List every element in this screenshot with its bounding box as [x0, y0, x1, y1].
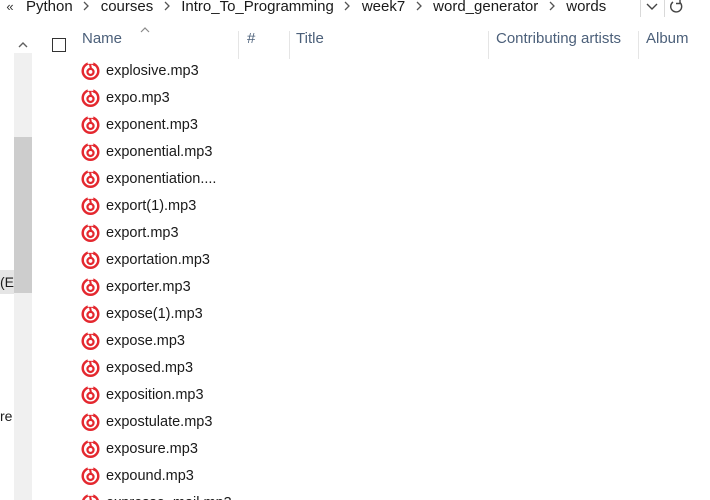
netease-music-icon	[81, 88, 100, 107]
file-name: exponential.mp3	[106, 144, 213, 160]
file-name: exporter.mp3	[106, 279, 191, 295]
netease-music-icon	[81, 196, 100, 215]
breadcrumb: « Python courses Intro_To_Programming we…	[0, 0, 612, 16]
nav-scrollbar-thumb[interactable]	[14, 137, 32, 293]
file-row[interactable]: explosive.mp3	[36, 60, 710, 86]
file-name: exportation.mp3	[106, 252, 210, 268]
breadcrumb-chevron-icon[interactable]	[159, 1, 175, 11]
file-name: exponent.mp3	[106, 117, 198, 133]
overflow-chevron-icon[interactable]: «	[0, 0, 20, 14]
breadcrumb-item-week7[interactable]: week7	[356, 0, 411, 15]
file-row[interactable]: exponent.mp3	[36, 113, 710, 140]
netease-music-icon	[81, 385, 100, 404]
breadcrumb-item-word-generator[interactable]: word_generator	[427, 0, 544, 15]
netease-music-icon	[81, 331, 100, 350]
netease-music-icon	[81, 115, 100, 134]
file-row[interactable]: exposition.mp3	[36, 383, 710, 410]
breadcrumb-chevron-icon[interactable]	[544, 1, 560, 11]
file-row[interactable]: exponential.mp3	[36, 140, 710, 167]
file-name: expose(1).mp3	[106, 306, 203, 322]
select-all-checkbox[interactable]	[52, 38, 66, 52]
breadcrumb-chevron-icon[interactable]	[411, 1, 427, 11]
file-name: expresso_mail.mp3	[106, 491, 252, 500]
address-dropdown-button[interactable]	[640, 0, 663, 17]
netease-music-icon	[81, 223, 100, 242]
netease-music-icon	[81, 304, 100, 323]
file-name: expose.mp3	[106, 333, 185, 349]
file-row[interactable]: expresso_mail.mp3	[36, 491, 710, 500]
file-row[interactable]: expo.mp3	[36, 86, 710, 113]
netease-music-icon	[81, 250, 100, 269]
file-row[interactable]: exporter.mp3	[36, 275, 710, 302]
file-row[interactable]: expose.mp3	[36, 329, 710, 356]
column-header-album[interactable]: Album	[638, 17, 710, 60]
file-row[interactable]: exposed.mp3	[36, 356, 710, 383]
file-row[interactable]: expostulate.mp3	[36, 410, 710, 437]
file-row[interactable]: export(1).mp3	[36, 194, 710, 221]
netease-music-icon	[81, 412, 100, 431]
file-name: explosive.mp3	[106, 63, 199, 79]
chevron-up-icon	[18, 41, 28, 47]
netease-music-icon	[81, 466, 100, 485]
column-header-row: Name # Title Contributing artists Album	[36, 17, 710, 60]
netease-music-icon	[81, 277, 100, 296]
file-row[interactable]: expose(1).mp3	[36, 302, 710, 329]
refresh-button[interactable]	[664, 0, 687, 17]
column-header-contributing-artists[interactable]: Contributing artists	[488, 17, 638, 60]
netease-music-icon	[81, 61, 100, 80]
file-name: exponentiation....	[106, 171, 217, 187]
chevron-down-icon	[646, 3, 658, 10]
breadcrumb-item-words[interactable]: words	[560, 0, 612, 15]
breadcrumb-chevron-icon[interactable]	[340, 1, 356, 11]
breadcrumb-item-intro-to-programming[interactable]: Intro_To_Programming	[175, 0, 340, 15]
file-row[interactable]: expound.mp3	[36, 464, 710, 491]
netease-music-icon	[81, 142, 100, 161]
column-header-name[interactable]: Name	[74, 17, 238, 60]
netease-music-icon	[81, 439, 100, 458]
netease-music-icon	[81, 493, 100, 500]
file-row[interactable]: exposure.mp3	[36, 437, 710, 464]
nav-scroll-up-button[interactable]	[14, 37, 32, 51]
file-name: expostulate.mp3	[106, 414, 213, 430]
nav-item-selected[interactable]: (E	[0, 270, 14, 294]
file-name: export.mp3	[106, 225, 179, 241]
navigation-pane: (E re	[0, 17, 36, 500]
file-name: export(1).mp3	[106, 198, 197, 214]
netease-music-icon	[81, 358, 100, 377]
file-row[interactable]: export.mp3	[36, 221, 710, 248]
column-header-title[interactable]: Title	[288, 17, 488, 60]
file-name: expo.mp3	[106, 90, 170, 106]
column-header-number[interactable]: #	[239, 17, 289, 60]
address-bar: « Python courses Intro_To_Programming we…	[0, 0, 710, 17]
nav-item[interactable]: re	[0, 405, 14, 427]
file-name: exposed.mp3	[106, 360, 194, 376]
netease-music-icon	[81, 169, 100, 188]
file-name: exposition.mp3	[106, 387, 204, 403]
breadcrumb-item-python[interactable]: Python	[20, 0, 79, 15]
file-name: exposure.mp3	[106, 441, 198, 457]
refresh-icon	[670, 0, 683, 13]
file-list: explosive.mp3 expo.mp3 exponent.mp3 exponen…	[36, 60, 710, 500]
file-name: expound.mp3	[106, 468, 194, 484]
file-row[interactable]: exponentiation....	[36, 167, 710, 194]
breadcrumb-item-courses[interactable]: courses	[95, 0, 160, 15]
breadcrumb-chevron-icon[interactable]	[79, 1, 95, 11]
file-row[interactable]: exportation.mp3	[36, 248, 710, 275]
